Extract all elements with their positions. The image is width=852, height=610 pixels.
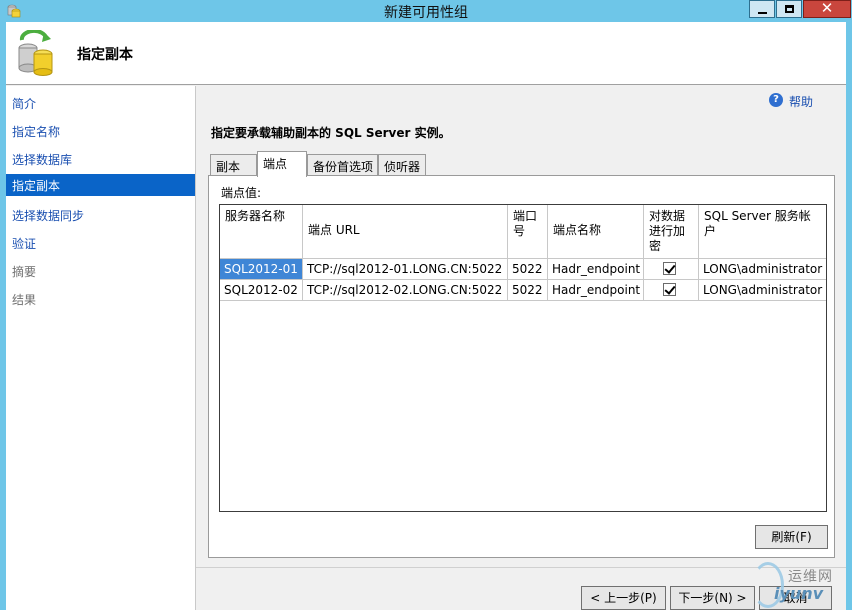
help-icon: ? bbox=[769, 93, 783, 107]
table-cell-url[interactable]: TCP://sql2012-02.LONG.CN:5022 bbox=[303, 280, 508, 301]
title-bar: 新建可用性组 ✕ bbox=[0, 0, 852, 22]
previous-button[interactable]: < 上一步(P) bbox=[581, 586, 666, 610]
refresh-button[interactable]: 刷新(F) bbox=[755, 525, 828, 549]
table-cell-account[interactable]: LONG\administrator bbox=[699, 280, 826, 301]
maximize-icon bbox=[785, 5, 794, 13]
table-cell-server[interactable]: SQL2012-01 bbox=[220, 259, 303, 280]
footer-divider bbox=[196, 567, 846, 568]
sidebar-item-results: 结果 bbox=[12, 293, 37, 307]
endpoints-tab-panel: 端点值: 服务器名称 端点 URL 端口号 端点名称 对数据进行加密 SQL S… bbox=[208, 175, 835, 558]
endpoints-grid[interactable]: 服务器名称 端点 URL 端口号 端点名称 对数据进行加密 SQL Server… bbox=[219, 204, 827, 512]
tab-endpoints[interactable]: 端点 bbox=[257, 151, 307, 177]
table-cell-encrypt[interactable] bbox=[644, 280, 699, 301]
endpoint-values-label: 端点值: bbox=[221, 186, 262, 200]
table-cell-endpoint[interactable]: Hadr_endpoint bbox=[548, 280, 644, 301]
sidebar-item-validation[interactable]: 验证 bbox=[6, 232, 195, 254]
encrypt-checkbox[interactable] bbox=[663, 283, 676, 296]
table-cell-encrypt[interactable] bbox=[644, 259, 699, 280]
column-header-url[interactable]: 端点 URL bbox=[303, 205, 508, 259]
sidebar-item-summary: 摘要 bbox=[12, 265, 37, 279]
table-cell-port[interactable]: 5022 bbox=[508, 280, 548, 301]
column-header-encrypt[interactable]: 对数据进行加密 bbox=[644, 205, 699, 259]
help-link[interactable]: ? 帮助 bbox=[769, 93, 814, 110]
sidebar-item-specify-replicas[interactable]: 指定副本 bbox=[6, 174, 195, 196]
watermark-text: 运维网 bbox=[788, 569, 833, 585]
column-header-port[interactable]: 端口号 bbox=[508, 205, 548, 259]
table-cell-server[interactable]: SQL2012-02 bbox=[220, 280, 303, 301]
table-cell-account[interactable]: LONG\administrator bbox=[699, 259, 826, 280]
window-title: 新建可用性组 bbox=[384, 5, 468, 21]
table-cell-port[interactable]: 5022 bbox=[508, 259, 548, 280]
instruction-text: 指定要承载辅助副本的 SQL Server 实例。 bbox=[211, 126, 451, 140]
watermark-domain: iyunv bbox=[774, 584, 824, 603]
next-button[interactable]: 下一步(N) > bbox=[670, 586, 755, 610]
sidebar-item-data-sync[interactable]: 选择数据同步 bbox=[6, 204, 195, 226]
close-icon: ✕ bbox=[820, 0, 834, 17]
wizard-header: 指定副本 bbox=[6, 22, 846, 85]
column-header-server[interactable]: 服务器名称 bbox=[220, 205, 303, 259]
column-header-service-account[interactable]: SQL Server 服务帐户 bbox=[699, 205, 826, 259]
tab-listener[interactable]: 侦听器 bbox=[378, 154, 426, 176]
sidebar-item-select-databases[interactable]: 选择数据库 bbox=[6, 148, 195, 170]
watermark: 运维网 iyunv bbox=[752, 562, 848, 608]
help-label: 帮助 bbox=[789, 95, 814, 109]
tab-backup-preferences[interactable]: 备份首选项 bbox=[307, 154, 378, 176]
close-button[interactable]: ✕ bbox=[803, 0, 851, 18]
table-cell-url[interactable]: TCP://sql2012-01.LONG.CN:5022 bbox=[303, 259, 508, 280]
encrypt-checkbox[interactable] bbox=[663, 262, 676, 275]
wizard-client-area: 指定副本 简介 指定名称 选择数据库 指定副本 选择数据同步 验证 摘要 结果 … bbox=[6, 22, 846, 610]
minimize-button[interactable] bbox=[749, 0, 775, 18]
database-sync-icon bbox=[18, 30, 53, 76]
tab-replicas[interactable]: 副本 bbox=[210, 154, 257, 176]
wizard-sidebar: 简介 指定名称 选择数据库 指定副本 选择数据同步 验证 摘要 结果 bbox=[6, 86, 196, 610]
sidebar-item-intro[interactable]: 简介 bbox=[6, 92, 195, 114]
minimize-icon bbox=[758, 12, 767, 14]
table-cell-endpoint[interactable]: Hadr_endpoint bbox=[548, 259, 644, 280]
page-title: 指定副本 bbox=[77, 47, 133, 63]
sidebar-item-specify-name[interactable]: 指定名称 bbox=[6, 120, 195, 142]
column-header-endpoint-name[interactable]: 端点名称 bbox=[548, 205, 644, 259]
maximize-button[interactable] bbox=[776, 0, 802, 18]
